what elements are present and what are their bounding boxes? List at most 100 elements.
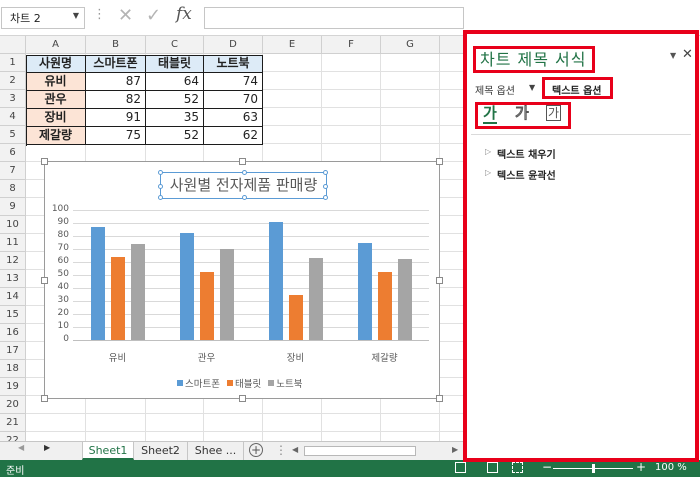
row-header-4[interactable]: 4 bbox=[0, 108, 26, 126]
zoom-out-button[interactable]: − bbox=[542, 460, 552, 474]
chevron-down-icon[interactable]: ▼ bbox=[529, 83, 535, 92]
table-cell-value[interactable]: 91 bbox=[86, 109, 146, 127]
header-cell-smartphone[interactable]: 스마트폰 bbox=[86, 55, 146, 73]
zoom-slider-thumb[interactable] bbox=[592, 464, 595, 473]
normal-view-icon[interactable] bbox=[455, 462, 466, 473]
title-handle[interactable] bbox=[323, 170, 328, 175]
table-cell-value[interactable]: 62 bbox=[204, 127, 263, 145]
table-cell-value[interactable]: 87 bbox=[86, 73, 146, 91]
cancel-icon[interactable]: ✕ bbox=[118, 5, 133, 26]
bar-태블릿-유비[interactable] bbox=[110, 256, 125, 340]
row-header-14[interactable]: 14 bbox=[0, 288, 26, 306]
zoom-level[interactable]: 100 % bbox=[655, 462, 687, 473]
bar-노트북-유비[interactable] bbox=[130, 243, 145, 340]
bar-스마트폰-유비[interactable] bbox=[90, 226, 105, 340]
embedded-chart[interactable]: 100 90 80 70 60 50 40 30 20 10 0 유비 관우 장비 제갈량 사원별 전자제품… bbox=[41, 158, 443, 402]
bar-스마트폰-관우[interactable] bbox=[179, 233, 194, 340]
row-header-12[interactable]: 12 bbox=[0, 252, 26, 270]
row-header-21[interactable]: 21 bbox=[0, 414, 26, 432]
section-text-outline[interactable]: 텍스트 윤곽선 bbox=[497, 167, 556, 182]
select-all-corner[interactable] bbox=[0, 36, 26, 54]
tab-text-options[interactable]: 텍스트 옵션 bbox=[552, 82, 601, 97]
title-handle[interactable] bbox=[158, 184, 163, 189]
bar-노트북-장비[interactable] bbox=[308, 258, 323, 340]
page-layout-icon[interactable] bbox=[487, 462, 498, 473]
title-handle[interactable] bbox=[242, 170, 247, 175]
table-cell-name[interactable]: 제갈량 bbox=[26, 127, 86, 145]
table-cell-value[interactable]: 82 bbox=[86, 91, 146, 109]
bar-노트북-관우[interactable] bbox=[219, 249, 234, 340]
table-cell-value[interactable]: 52 bbox=[146, 127, 204, 145]
column-header-h[interactable] bbox=[440, 36, 464, 54]
bar-노트북-제갈량[interactable] bbox=[397, 259, 412, 340]
row-header-8[interactable]: 8 bbox=[0, 180, 26, 198]
scroll-right-icon[interactable]: ▶ bbox=[44, 443, 50, 452]
row-header-15[interactable]: 15 bbox=[0, 306, 26, 324]
horizontal-scrollbar[interactable] bbox=[304, 446, 416, 456]
title-handle[interactable] bbox=[323, 195, 328, 200]
row-header-5[interactable]: 5 bbox=[0, 126, 26, 144]
table-cell-value[interactable]: 64 bbox=[146, 73, 204, 91]
section-text-fill[interactable]: 텍스트 채우기 bbox=[497, 146, 556, 161]
bar-태블릿-제갈량[interactable] bbox=[377, 272, 392, 340]
column-header-d[interactable]: D bbox=[204, 36, 263, 54]
title-handle[interactable] bbox=[242, 195, 247, 200]
column-header-b[interactable]: B bbox=[86, 36, 146, 54]
chevron-down-icon[interactable]: ▼ bbox=[73, 11, 79, 20]
table-cell-value[interactable]: 74 bbox=[204, 73, 263, 91]
table-cell-value[interactable]: 52 bbox=[146, 91, 204, 109]
table-cell-name[interactable]: 유비 bbox=[26, 73, 86, 91]
row-header-22[interactable]: 22 bbox=[0, 432, 26, 441]
row-header-16[interactable]: 16 bbox=[0, 324, 26, 342]
formula-input[interactable] bbox=[204, 7, 464, 29]
page-break-icon[interactable] bbox=[512, 462, 523, 473]
sheet-tab-3[interactable]: Shee ... bbox=[188, 442, 244, 460]
expand-icon[interactable]: ▷ bbox=[485, 147, 491, 156]
column-header-a[interactable]: A bbox=[26, 36, 86, 54]
chart-legend[interactable]: 스마트폰 태블릿 노트북 bbox=[173, 376, 303, 390]
row-header-13[interactable]: 13 bbox=[0, 270, 26, 288]
close-icon[interactable]: ✕ bbox=[682, 47, 693, 62]
row-header-6[interactable]: 6 bbox=[0, 144, 26, 162]
chart-title[interactable]: 사원별 전자제품 판매량 bbox=[158, 170, 328, 200]
row-header-18[interactable]: 18 bbox=[0, 360, 26, 378]
name-box[interactable]: 차트 2 ▼ bbox=[1, 7, 85, 29]
expand-icon[interactable]: ▷ bbox=[485, 168, 491, 177]
row-header-17[interactable]: 17 bbox=[0, 342, 26, 360]
column-header-e[interactable]: E bbox=[263, 36, 322, 54]
table-cell-value[interactable]: 70 bbox=[204, 91, 263, 109]
table-cell-value[interactable]: 35 bbox=[146, 109, 204, 127]
row-header-11[interactable]: 11 bbox=[0, 234, 26, 252]
text-effects-icon[interactable]: 가 bbox=[515, 104, 530, 122]
title-handle[interactable] bbox=[158, 195, 163, 200]
table-cell-name[interactable]: 장비 bbox=[26, 109, 86, 127]
header-cell-notebook[interactable]: 노트북 bbox=[204, 55, 263, 73]
zoom-in-button[interactable]: + bbox=[636, 460, 646, 474]
hscroll-right-icon[interactable]: ▶ bbox=[452, 445, 458, 454]
table-cell-value[interactable]: 75 bbox=[86, 127, 146, 145]
table-cell-value[interactable]: 63 bbox=[204, 109, 263, 127]
hscroll-left-icon[interactable]: ◀ bbox=[292, 445, 298, 454]
pane-options-icon[interactable]: ▼ bbox=[670, 51, 676, 60]
title-handle[interactable] bbox=[158, 170, 163, 175]
bar-스마트폰-장비[interactable] bbox=[268, 221, 283, 340]
bar-스마트폰-제갈량[interactable] bbox=[357, 242, 372, 340]
row-header-19[interactable]: 19 bbox=[0, 378, 26, 396]
tab-title-options[interactable]: 제목 옵션 bbox=[475, 82, 515, 97]
row-header-9[interactable]: 9 bbox=[0, 198, 26, 216]
textbox-icon[interactable]: 가 bbox=[546, 105, 562, 121]
column-header-g[interactable]: G bbox=[381, 36, 440, 54]
bar-태블릿-장비[interactable] bbox=[288, 294, 303, 340]
row-header-1[interactable]: 1 bbox=[0, 54, 26, 72]
column-header-c[interactable]: C bbox=[146, 36, 204, 54]
header-cell-employee[interactable]: 사원명 bbox=[26, 55, 86, 73]
row-header-2[interactable]: 2 bbox=[0, 72, 26, 90]
title-handle[interactable] bbox=[323, 184, 328, 189]
table-cell-name[interactable]: 관우 bbox=[26, 91, 86, 109]
add-sheet-icon[interactable]: + bbox=[249, 443, 263, 457]
row-header-20[interactable]: 20 bbox=[0, 396, 26, 414]
enter-check-icon[interactable]: ✓ bbox=[146, 5, 161, 26]
insert-function-icon[interactable]: fx bbox=[176, 4, 192, 24]
scroll-left-icon[interactable]: ◀ bbox=[18, 443, 24, 452]
sheet-tab-1[interactable]: Sheet1 bbox=[82, 442, 134, 460]
